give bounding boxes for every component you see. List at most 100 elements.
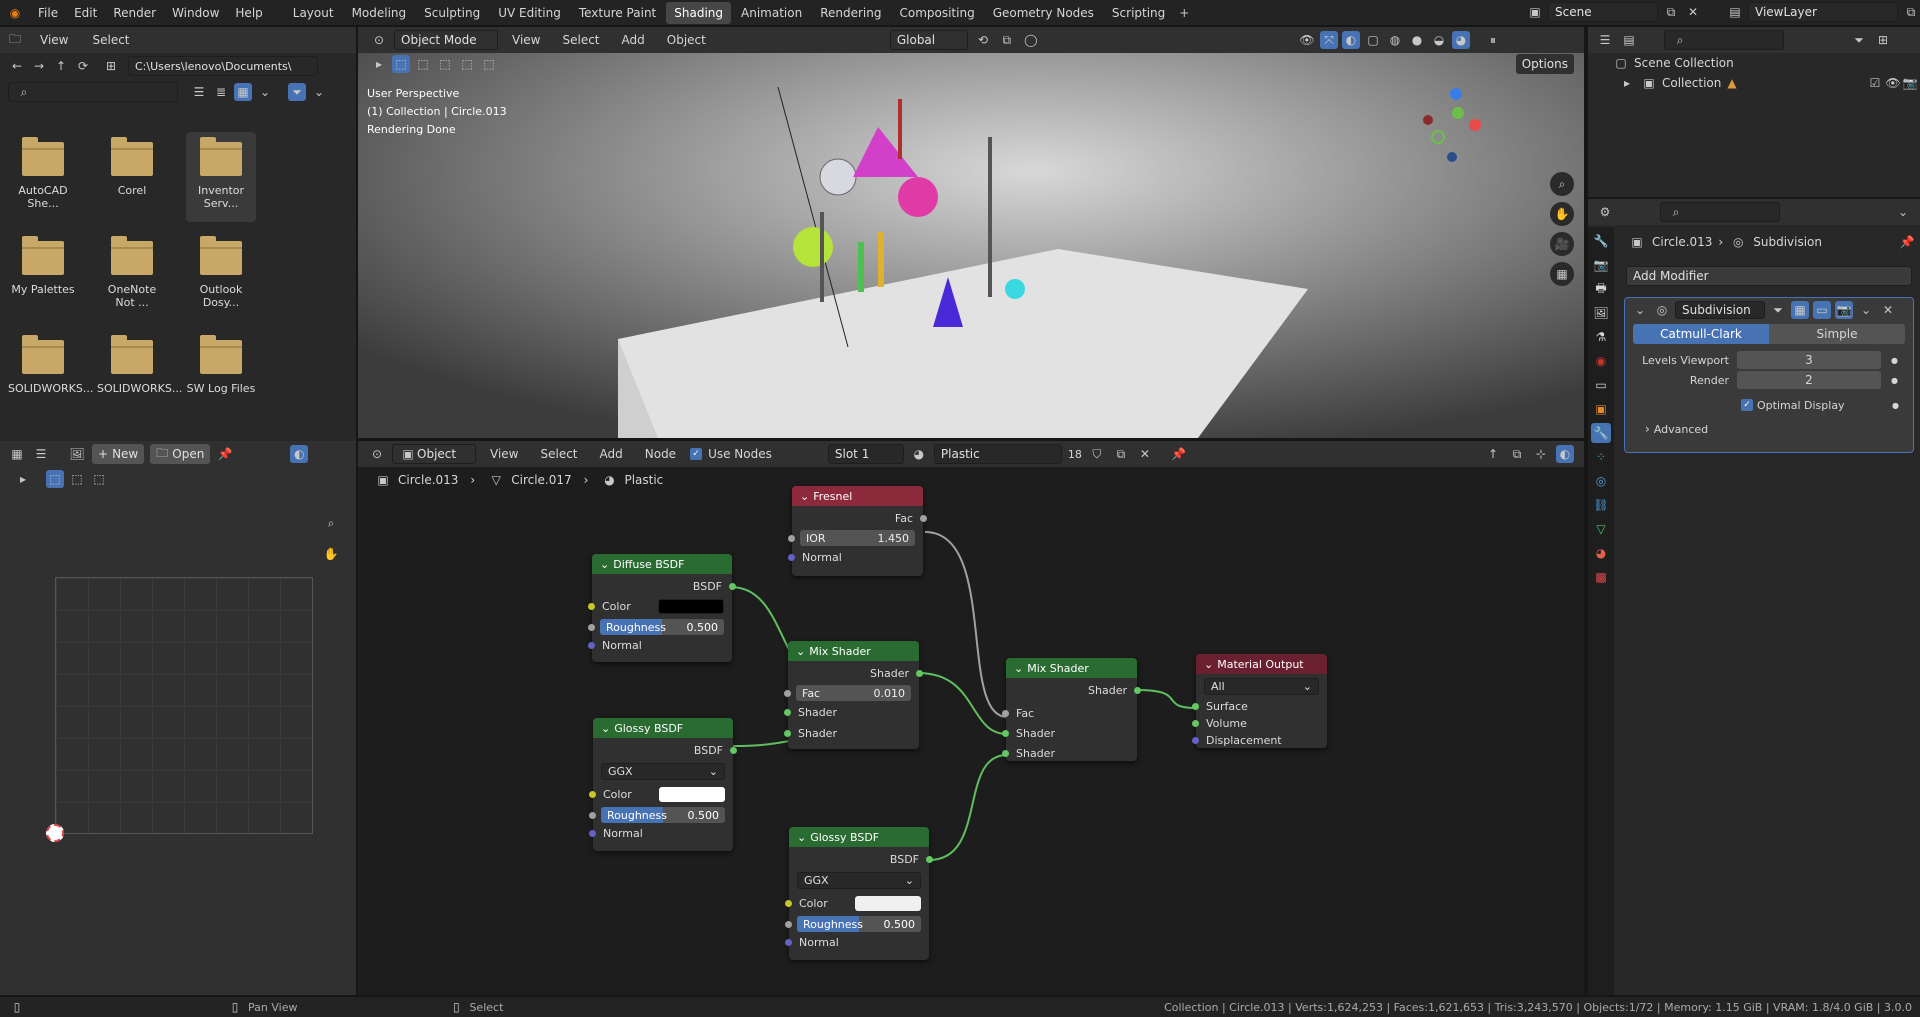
roughness-slider[interactable]: Roughness 0.500 <box>600 619 724 635</box>
node-header[interactable]: ⌄ Material Output <box>1196 654 1327 674</box>
node-header[interactable]: ⌄ Glossy BSDF <box>789 827 929 847</box>
overlay-icon[interactable]: ◐ <box>290 445 309 463</box>
folder-item[interactable]: Inventor Serv... <box>186 132 256 222</box>
input-socket[interactable] <box>785 900 792 907</box>
ior-field[interactable]: IOR 1.450 <box>800 530 915 546</box>
proportional-icon[interactable]: ◯ <box>1022 31 1040 49</box>
snap-icon[interactable]: ⧉ <box>998 31 1016 49</box>
node-header[interactable]: ⌄ Mix Shader <box>788 641 919 661</box>
sort-dropdown-icon[interactable]: ⌄ <box>256 83 274 101</box>
input-socket[interactable] <box>1002 710 1009 717</box>
new-image-button[interactable]: + New <box>92 444 145 464</box>
remove-modifier-icon[interactable]: ✕ <box>1879 301 1897 319</box>
menu-window[interactable]: Window <box>164 0 227 25</box>
fb-search-input[interactable]: ⌕ <box>8 82 178 102</box>
transform-orientation-dropdown[interactable]: Global <box>889 30 968 50</box>
outliner-row-collection[interactable]: ▸ ▣ Collection ▲ ☑ 👁 📷 <box>1588 73 1920 93</box>
editor-type-icon[interactable]: ⚙ <box>1596 203 1614 221</box>
pan-hand-icon[interactable]: ✋ <box>322 545 340 563</box>
constraints-tab-icon[interactable]: ⛓ <box>1591 495 1611 515</box>
scene-field[interactable]: Scene <box>1548 2 1658 22</box>
folder-item[interactable]: AutoCAD She... <box>8 132 78 210</box>
tab-animation[interactable]: Animation <box>733 2 810 24</box>
perspective-grid-icon[interactable]: ▦ <box>1550 262 1574 286</box>
rendered-shading-icon[interactable]: ◕ <box>1452 31 1470 49</box>
output-socket[interactable] <box>729 583 736 590</box>
menu-render[interactable]: Render <box>105 0 164 25</box>
view-layer-tab-icon[interactable]: 🖼 <box>1591 303 1611 323</box>
modifier-tab-icon[interactable]: 🔧 <box>1591 423 1611 443</box>
refresh-icon[interactable]: ⟳ <box>74 57 92 75</box>
tab-compositing[interactable]: Compositing <box>891 2 982 24</box>
diffuse-bsdf-node[interactable]: ⌄ Diffuse BSDF BSDF Color Roughness 0.500 … <box>588 554 736 662</box>
mix-shader-node-2[interactable]: ⌄ Mix Shader Shader Fac Shader Shader <box>1002 658 1141 761</box>
editor-type-icon[interactable]: ▦ <box>8 445 26 463</box>
modifier-name-field[interactable]: Subdivision <box>1675 301 1765 319</box>
node-editor[interactable]: ⊙ ▣ Object View Select Add Node ✓ Use Nod… <box>358 441 1584 995</box>
camera-render-icon[interactable]: 📷 <box>1901 74 1919 92</box>
object-tab-icon[interactable]: ▣ <box>1591 399 1611 419</box>
collapse-arrow-icon[interactable]: ⌄ <box>600 558 609 571</box>
new-folder-icon[interactable]: ⊞ <box>102 57 120 75</box>
tab-modeling[interactable]: Modeling <box>344 2 415 24</box>
collapse-arrow-icon[interactable]: ⌄ <box>1631 301 1649 319</box>
gizmo-neg-x[interactable] <box>1423 115 1433 125</box>
zoom-icon[interactable]: ⌕ <box>1550 172 1574 196</box>
delete-scene-icon[interactable]: ✕ <box>1684 3 1702 21</box>
select-intersect-icon[interactable]: ⬚ <box>480 55 498 73</box>
view-layer-icon[interactable]: ▤ <box>1726 3 1744 21</box>
output-socket[interactable] <box>926 856 933 863</box>
input-socket[interactable] <box>589 830 596 837</box>
keyframe-dot-icon[interactable]: ● <box>1891 356 1898 365</box>
input-socket[interactable] <box>784 730 791 737</box>
particles-tab-icon[interactable]: ⁘ <box>1591 447 1611 467</box>
open-image-button[interactable]: 🗀 Open <box>150 444 211 464</box>
image-icon[interactable]: 🖼 <box>68 445 86 463</box>
zoom-icon[interactable]: ⌕ <box>322 514 340 532</box>
options-button[interactable]: Options <box>1515 54 1574 74</box>
physics-tab-icon[interactable]: ◎ <box>1591 471 1611 491</box>
input-socket[interactable] <box>788 554 795 561</box>
editor-type-icon[interactable]: 🗀 <box>6 31 24 49</box>
collapse-arrow-icon[interactable]: ⌄ <box>1204 658 1213 671</box>
folder-item[interactable]: SW Log Files <box>186 330 256 395</box>
new-collection-icon[interactable]: ⊞ <box>1874 31 1892 49</box>
input-socket[interactable] <box>588 603 595 610</box>
tab-rendering[interactable]: Rendering <box>812 2 889 24</box>
color-swatch[interactable] <box>855 895 921 911</box>
menu-file[interactable]: File <box>30 0 66 25</box>
mix-shader-node[interactable]: ⌄ Mix Shader Shader Fac 0.010 Shader Shade… <box>784 641 923 749</box>
gizmo-icon[interactable]: ⤧ <box>1320 31 1338 49</box>
input-socket[interactable] <box>1192 720 1199 727</box>
folder-item[interactable]: Outlook Dosy... <box>186 231 256 309</box>
node-header[interactable]: ⌄ Glossy BSDF <box>593 718 733 738</box>
tab-layout[interactable]: Layout <box>285 2 342 24</box>
xray-icon[interactable]: ▢ <box>1364 31 1382 49</box>
scene-tab-icon[interactable]: ⚗ <box>1591 327 1611 347</box>
folder-item[interactable]: SOLIDWORKS... <box>97 330 182 395</box>
select-invert-icon[interactable]: ⬚ <box>458 55 476 73</box>
input-socket[interactable] <box>1002 730 1009 737</box>
render-levels-field[interactable]: 2 <box>1737 371 1881 389</box>
color-swatch[interactable] <box>659 786 725 802</box>
fb-menu-select[interactable]: Select <box>84 27 137 53</box>
path-field[interactable]: C:\Users\lenovo\Documents\ <box>128 56 318 76</box>
uv-grid[interactable] <box>55 577 313 834</box>
catmull-clark-tab[interactable]: Catmull-Clark <box>1633 324 1769 344</box>
tab-uv-editing[interactable]: UV Editing <box>490 2 569 24</box>
tool-tab-icon[interactable]: 🔧 <box>1591 231 1611 251</box>
input-socket[interactable] <box>785 921 792 928</box>
input-socket[interactable] <box>588 642 595 649</box>
data-tab-icon[interactable]: ▽ <box>1591 519 1611 539</box>
menu-edit[interactable]: Edit <box>66 0 105 25</box>
folder-item[interactable]: My Palettes <box>8 231 78 296</box>
outliner-row-scene-collection[interactable]: ▢ Scene Collection <box>1588 53 1920 73</box>
vp-menu-object[interactable]: Object <box>659 27 714 53</box>
mode-dropdown[interactable]: Object Mode <box>394 30 498 50</box>
world-tab-icon[interactable]: ◉ <box>1591 351 1611 371</box>
scene-icon[interactable]: ▣ <box>1526 3 1544 21</box>
folder-item[interactable]: SOLIDWORKS... <box>8 330 93 395</box>
select-subtract-icon[interactable]: ⬚ <box>436 55 454 73</box>
folder-item[interactable]: OneNote Not ... <box>97 231 167 309</box>
input-socket[interactable] <box>589 812 596 819</box>
